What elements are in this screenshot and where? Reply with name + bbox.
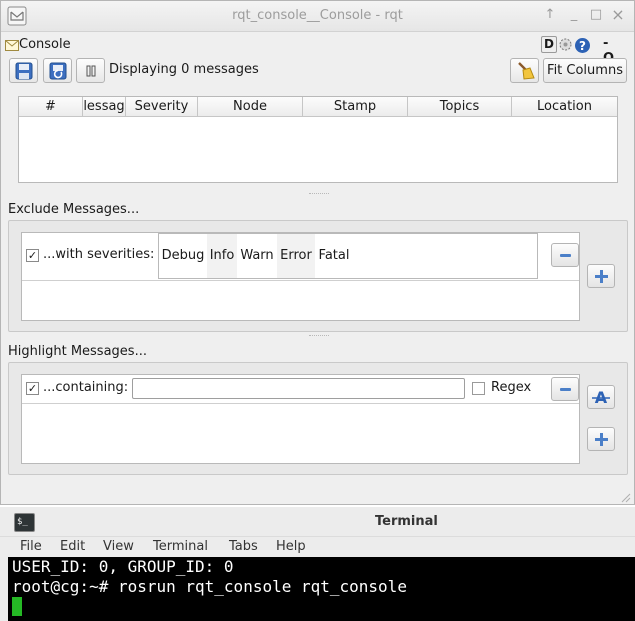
strikethrough-filter-button[interactable]: A	[587, 385, 615, 409]
severity-item-fatal[interactable]: Fatal	[315, 234, 353, 278]
pause-icon	[86, 65, 95, 77]
gear-icon[interactable]	[558, 37, 573, 52]
column-header-topics[interactable]: Topics	[408, 97, 512, 117]
text-filter-checkbox[interactable]: ✓	[26, 382, 39, 395]
dock-d-button[interactable]: D	[541, 36, 557, 53]
load-button[interactable]	[43, 58, 72, 83]
highlight-filter-list: ✓ ...containing: Regex	[21, 374, 580, 464]
highlight-section-label: Highlight Messages...	[8, 344, 147, 359]
svg-text:?: ?	[579, 39, 586, 53]
minimize-button[interactable]: _	[566, 7, 582, 23]
menu-edit[interactable]: Edit	[60, 539, 85, 554]
severity-list[interactable]: Debug Info Warn Error Fatal	[158, 233, 538, 279]
column-header-location[interactable]: Location	[512, 97, 617, 117]
help-icon[interactable]: ?	[574, 37, 591, 54]
message-table[interactable]: # lessag Severity Node Stamp Topics Loca…	[18, 96, 618, 183]
regex-checkbox[interactable]	[472, 382, 485, 395]
fit-columns-button[interactable]: Fit Columns	[543, 58, 627, 83]
highlight-group: ✓ ...containing: Regex A	[8, 362, 628, 475]
menu-view[interactable]: View	[103, 539, 134, 554]
menu-help[interactable]: Help	[276, 539, 306, 554]
terminal-cursor	[12, 597, 22, 616]
clear-button[interactable]	[510, 58, 539, 83]
resize-grip-icon[interactable]	[619, 491, 631, 503]
save-button[interactable]	[9, 58, 38, 83]
row-divider	[22, 280, 579, 281]
window-titlebar[interactable]: rqt_console__Console - rqt ↑ _ □ ×	[1, 1, 634, 32]
rqt-window: rqt_console__Console - rqt ↑ _ □ × Conso…	[0, 0, 635, 505]
column-header-message[interactable]: lessag	[83, 97, 126, 117]
exclude-group: ✓ ...with severities: Debug Info Warn Er…	[8, 220, 628, 332]
severity-filter-label: ...with severities:	[43, 247, 155, 262]
remove-exclude-filter-button[interactable]	[551, 243, 579, 267]
splitter-handle[interactable]	[309, 335, 329, 338]
window-title: rqt_console__Console - rqt	[232, 8, 403, 23]
text-filter-row: ✓ ...containing: Regex	[22, 375, 579, 403]
terminal-menubar: File Edit View Terminal Tabs Help	[0, 537, 635, 557]
keep-above-button[interactable]: ↑	[542, 7, 558, 23]
menu-file[interactable]: File	[20, 539, 42, 554]
terminal-icon: $_	[14, 513, 35, 532]
column-header-node[interactable]: Node	[198, 97, 303, 117]
broom-icon	[517, 62, 535, 80]
menu-tabs[interactable]: Tabs	[229, 539, 258, 554]
strikethrough-a-icon: A	[592, 388, 610, 407]
message-count-status: Displaying 0 messages	[109, 62, 259, 77]
add-highlight-filter-button[interactable]	[587, 427, 615, 451]
exclude-section-label: Exclude Messages...	[8, 202, 140, 217]
console-plugin-icon	[5, 40, 19, 51]
terminal-line: root@cg:~# rosrun rqt_console rqt_consol…	[12, 577, 407, 596]
minus-icon	[560, 254, 571, 257]
pause-button[interactable]	[76, 58, 105, 83]
regex-label: Regex	[491, 380, 532, 395]
save-icon	[15, 62, 32, 80]
column-header-stamp[interactable]: Stamp	[303, 97, 408, 117]
terminal-screen[interactable]: USER_ID: 0, GROUP_ID: 0 root@cg:~# rosru…	[8, 557, 635, 621]
column-header-id[interactable]: #	[19, 97, 83, 117]
text-filter-label: ...containing:	[43, 380, 129, 395]
terminal-line: USER_ID: 0, GROUP_ID: 0	[12, 557, 234, 576]
severity-item-debug[interactable]: Debug	[159, 234, 207, 278]
splitter-handle[interactable]	[309, 193, 329, 196]
remove-highlight-filter-button[interactable]	[551, 377, 579, 401]
terminal-titlebar[interactable]: $_ Terminal	[0, 507, 635, 537]
load-icon	[49, 62, 66, 80]
exclude-filter-list: ✓ ...with severities: Debug Info Warn Er…	[21, 232, 580, 321]
add-exclude-filter-button[interactable]	[587, 264, 615, 288]
highlight-text-input[interactable]	[132, 378, 465, 399]
severity-item-error[interactable]: Error	[277, 234, 315, 278]
menu-terminal[interactable]: Terminal	[153, 539, 208, 554]
maximize-button[interactable]: □	[588, 7, 604, 23]
severity-item-warn[interactable]: Warn	[237, 234, 277, 278]
terminal-title: Terminal	[375, 514, 438, 529]
column-header-severity[interactable]: Severity	[126, 97, 198, 117]
row-divider	[22, 403, 579, 404]
minus-icon	[560, 388, 571, 391]
terminal-window: $_ Terminal File Edit View Terminal Tabs…	[0, 507, 635, 621]
severity-filter-checkbox[interactable]: ✓	[26, 249, 39, 262]
severity-item-info[interactable]: Info	[207, 234, 237, 278]
severity-filter-row: ✓ ...with severities: Debug Info Warn Er…	[22, 233, 579, 279]
plugin-title: Console	[19, 37, 71, 52]
close-button[interactable]: ×	[610, 7, 626, 23]
